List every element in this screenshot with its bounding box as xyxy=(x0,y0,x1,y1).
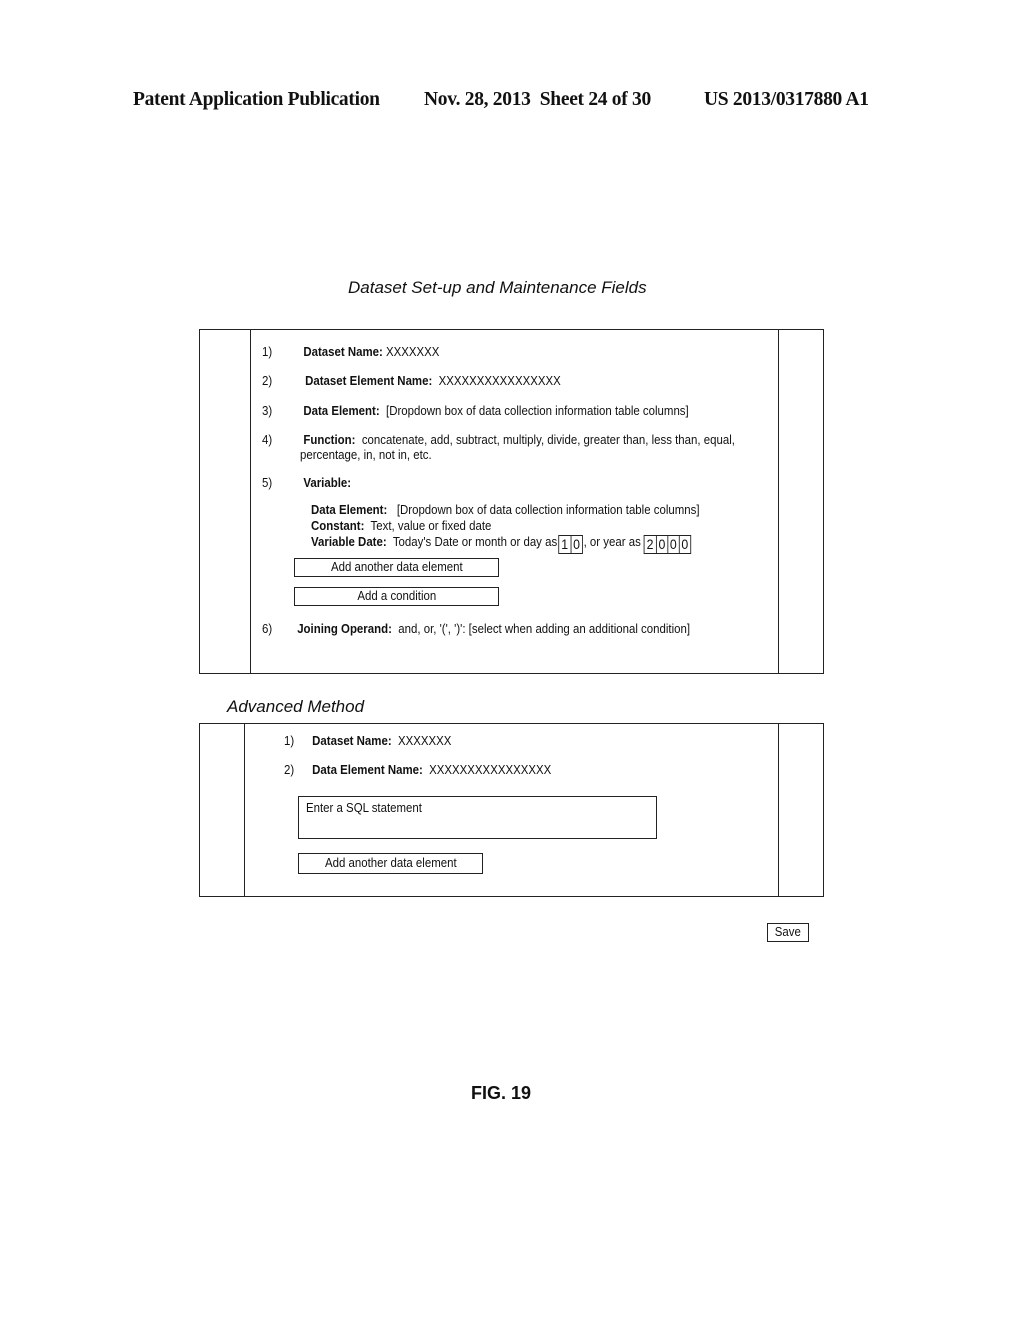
field-variable: 5) Variable: xyxy=(262,475,351,490)
year-digit[interactable]: 0 xyxy=(678,536,690,553)
item-number: 4) xyxy=(262,432,273,447)
add-data-element-button[interactable]: Add another data element xyxy=(294,558,499,577)
field-dataset-element-name: 2) Dataset Element Name: XXXXXXXXXXXXXXXX xyxy=(262,373,561,388)
field-dataset-name: 1) Dataset Name: XXXXXXX xyxy=(262,344,439,359)
adv-field-dataset-name: 1) Dataset Name: XXXXXXX xyxy=(284,733,451,748)
variable-date-text: Today's Date or month or day as xyxy=(386,534,558,549)
save-button[interactable]: Save xyxy=(767,923,809,942)
year-text: , or year as xyxy=(583,534,641,549)
field-label: Variable Date: xyxy=(311,534,387,549)
year-digit[interactable]: 0 xyxy=(667,536,678,553)
year-input[interactable]: 2000 xyxy=(643,535,691,554)
variable-data-element-dropdown[interactable]: [Dropdown box of data collection informa… xyxy=(387,502,700,517)
item-number: 6) xyxy=(262,621,273,636)
item-number: 5) xyxy=(262,475,273,490)
item-number: 3) xyxy=(262,403,273,418)
variable-constant: Constant: Text, value or fixed date xyxy=(311,518,491,533)
figure-label: FIG. 19 xyxy=(471,1083,532,1103)
constant-value[interactable]: Text, value or fixed date xyxy=(364,518,492,533)
field-value[interactable]: XXXXXXXXXXXXXXXX xyxy=(432,373,561,388)
year-digit[interactable]: 2 xyxy=(644,536,655,553)
function-options-line2: percentage, in, not in, etc. xyxy=(300,447,432,462)
item-number: 1) xyxy=(284,733,295,748)
field-label: Function: xyxy=(303,432,356,447)
field-label: Data Element: xyxy=(303,403,380,418)
field-label: Dataset Name: xyxy=(312,733,392,748)
field-value[interactable]: XXXXXXXXXXXXXXXX xyxy=(423,762,551,777)
section-title: Dataset Set-up and Maintenance Fields xyxy=(348,278,647,297)
field-label: Joining Operand: xyxy=(297,621,392,636)
left-column-divider xyxy=(244,724,245,896)
adv-field-data-element-name: 2) Data Element Name: XXXXXXXXXXXXXXXX xyxy=(284,762,551,777)
function-options[interactable]: concatenate, add, subtract, multiply, di… xyxy=(355,432,735,447)
date-sheet-label: Nov. 28, 2013 Sheet 24 of 30 xyxy=(424,89,651,110)
field-data-element: 3) Data Element: [Dropdown box of data co… xyxy=(262,403,689,418)
adv-add-data-element-button[interactable]: Add another data element xyxy=(298,853,483,874)
item-number: 1) xyxy=(262,344,273,359)
field-label: Data Element: xyxy=(311,502,388,517)
item-number: 2) xyxy=(284,762,295,777)
field-label: Dataset Name: xyxy=(303,344,383,359)
field-value[interactable]: XXXXXXX xyxy=(383,344,439,359)
field-label: Constant: xyxy=(311,518,365,533)
item-number: 2) xyxy=(262,373,273,388)
advanced-method-title: Advanced Method xyxy=(227,697,365,716)
left-column-divider xyxy=(250,330,251,673)
joining-operand-options[interactable]: and, or, '(', ')': [select when adding a… xyxy=(392,621,690,636)
right-column-divider xyxy=(778,724,779,896)
right-column-divider xyxy=(778,330,779,673)
field-label: Variable: xyxy=(303,475,352,490)
sql-statement-input[interactable]: Enter a SQL statement xyxy=(298,796,657,839)
day-input[interactable]: 10 xyxy=(558,535,583,554)
field-function: 4) Function: concatenate, add, subtract, … xyxy=(262,432,735,447)
variable-date: Variable Date: Today's Date or month or … xyxy=(311,534,692,554)
sql-placeholder: Enter a SQL statement xyxy=(306,800,422,815)
data-element-dropdown[interactable]: [Dropdown box of data collection informa… xyxy=(380,403,689,418)
field-label: Dataset Element Name: xyxy=(305,373,433,388)
patent-number: US 2013/0317880 A1 xyxy=(704,89,869,110)
field-value[interactable]: XXXXXXX xyxy=(392,733,451,748)
field-label: Data Element Name: xyxy=(312,762,423,777)
variable-data-element: Data Element: [Dropdown box of data coll… xyxy=(311,502,700,517)
day-digit[interactable]: 0 xyxy=(570,536,581,553)
add-condition-button[interactable]: Add a condition xyxy=(294,587,499,606)
day-digit[interactable]: 1 xyxy=(559,536,570,553)
year-digit[interactable]: 0 xyxy=(655,536,667,553)
publication-label: Patent Application Publication xyxy=(133,89,380,110)
field-joining-operand: 6) Joining Operand: and, or, '(', ')': [s… xyxy=(262,621,690,636)
